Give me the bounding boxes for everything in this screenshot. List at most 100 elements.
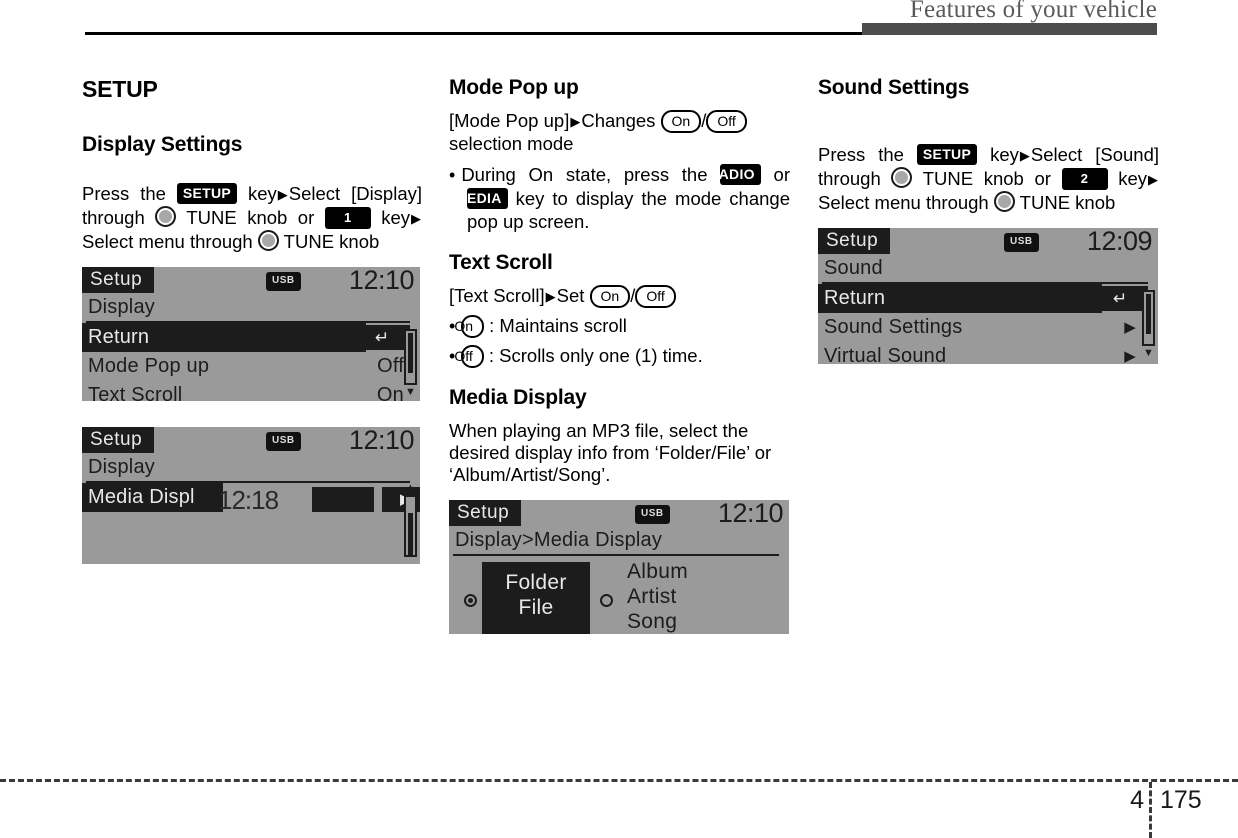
lcd-row-virtual-sound[interactable]: Virtual Sound ▶ xyxy=(818,342,1158,364)
off-pill: Off xyxy=(706,110,747,133)
lcd-breadcrumb: Sound xyxy=(824,257,883,279)
on-pill: On xyxy=(589,285,631,308)
lcd-title-tab: Setup xyxy=(82,267,155,293)
instruction-text-through: through xyxy=(82,207,145,228)
mode-pop-up-selection-mode: selection mode xyxy=(449,133,574,154)
instruction-text-select-display: Select [Display] xyxy=(288,183,423,204)
sound-settings-instruction: Press the SETUP key▶Select [Sound] throu… xyxy=(818,144,1159,214)
caret-down-icon[interactable]: ▼ xyxy=(1142,348,1155,359)
option-line-1: Folder xyxy=(505,571,567,594)
arrow-right-icon: ▶ xyxy=(1019,148,1030,163)
lcd-row-return[interactable]: Return xyxy=(82,323,366,352)
arrow-right-icon: ▶ xyxy=(570,114,581,129)
lcd-row-label: Sound Settings xyxy=(824,316,963,338)
heading-media-display: Media Display xyxy=(449,386,587,409)
instruction-text-press-the: Press the xyxy=(82,183,166,204)
return-arrow-icon[interactable]: ↵ xyxy=(1092,286,1148,311)
instruction-text-tune-knob: TUNE knob xyxy=(1019,192,1116,213)
instruction-text-press-the: Press the xyxy=(818,144,904,165)
display-settings-instruction: Press the SETUP key▶Select [Display] thr… xyxy=(82,183,422,253)
caret-up-icon[interactable]: ▲ xyxy=(404,483,417,494)
lcd-statusbar: Setup USB 12:10 xyxy=(449,500,789,528)
mode-pop-up-description: [Mode Pop up]▶Changes On / Off selection m… xyxy=(449,110,790,155)
preset-1-key-badge: 1 xyxy=(324,207,371,229)
bullet-text-scrolls-once: : Scrolls only one (1) time. xyxy=(488,345,703,366)
lcd-row-return[interactable]: Return xyxy=(818,284,1102,313)
caret-down-icon[interactable]: ▼ xyxy=(404,387,417,398)
print-artifact-time: 12:18 xyxy=(218,485,279,515)
lcd-row-list: Return ↵ Mode Pop up Off Text Scroll On xyxy=(82,323,420,401)
lcd-row-list: Return ↵ Sound Settings ▶ Virtual Sound … xyxy=(818,284,1158,364)
lcd-row-label: Virtual Sound xyxy=(824,345,947,364)
setup-key-badge: SETUP xyxy=(916,144,978,165)
on-pill: On xyxy=(454,315,484,338)
option-folder-file[interactable]: Folder File xyxy=(482,562,590,634)
lcd-title-tab: Setup xyxy=(818,228,891,254)
mode-pop-up-bullet-1: • During On state, press the RADIO or MED… xyxy=(449,163,790,233)
text-scroll-set: Set xyxy=(556,285,585,306)
media-display-description: When playing an MP3 file, select the des… xyxy=(449,420,772,485)
instruction-text-select-menu-through: Select menu through xyxy=(82,231,253,252)
lcd-display-menu: Setup USB 12:10 Display Return ↵ Mode Po… xyxy=(82,267,420,401)
header-rule-thin xyxy=(85,32,863,35)
mode-pop-up-label: [Mode Pop up] xyxy=(449,110,570,131)
lcd-clock: 12:10 xyxy=(348,427,415,455)
lcd-row-media-display[interactable]: Media Displ xyxy=(82,483,223,512)
header-rule-thick xyxy=(862,23,1157,35)
lcd-row-label: Media Displ xyxy=(88,486,195,508)
lcd-scrollbar[interactable] xyxy=(1142,290,1155,346)
lcd-scrollbar[interactable] xyxy=(404,329,417,385)
lcd-row-mode-pop-up[interactable]: Mode Pop up Off xyxy=(82,352,420,381)
usb-badge-icon: USB xyxy=(266,272,301,291)
instruction-text-key-2: key xyxy=(381,207,411,228)
lcd-scrollbar[interactable] xyxy=(404,495,417,557)
tune-knob-icon-2 xyxy=(993,191,1015,212)
lcd-statusbar: Setup USB 12:10 xyxy=(82,427,420,455)
lcd-title-tab: Setup xyxy=(82,427,155,453)
radio-selected-icon[interactable] xyxy=(464,594,477,607)
lcd-scrollbar-thumb[interactable] xyxy=(408,513,413,555)
footer-chapter-number: 4 xyxy=(1130,786,1144,814)
option-line-3: Song xyxy=(627,610,678,633)
bullet-text-c: key to display the mode change pop up sc… xyxy=(467,188,790,232)
page-header-title: Features of your vehicle xyxy=(909,0,1157,23)
option-album-artist-song[interactable]: Album Artist Song xyxy=(627,559,688,634)
lcd-clock: 12:09 xyxy=(1086,228,1153,256)
arrow-right-icon: ▶ xyxy=(545,289,556,304)
section-title-setup: SETUP xyxy=(82,76,158,102)
return-arrow-icon[interactable]: ↵ xyxy=(354,325,410,350)
option-line-2: File xyxy=(518,596,554,619)
lcd-sound-menu: Setup USB 12:09 Sound Return ↵ Sound Set… xyxy=(818,228,1158,364)
column-left: SETUP Display Settings Press the SETUP k… xyxy=(82,76,422,564)
lcd-statusbar: Setup USB 12:10 xyxy=(82,267,420,295)
lcd-breadcrumb: Display xyxy=(88,296,155,318)
option-line-1: Album xyxy=(627,560,689,583)
lcd-scrollbar-thumb[interactable] xyxy=(408,333,413,373)
text-scroll-bullet-off: •Off : Scrolls only one (1) time. xyxy=(449,344,790,368)
lcd-clock: 12:10 xyxy=(717,500,784,528)
lcd-breadcrumb: Display>Media Display xyxy=(455,529,663,551)
lcd-row-label: Text Scroll xyxy=(88,384,183,401)
radio-key-badge: RADIO xyxy=(708,164,761,185)
lcd-scrollbar-thumb[interactable] xyxy=(1146,294,1151,334)
footer-page-number: 175 xyxy=(1160,786,1202,814)
column-right: Sound Settings Press the SETUP key▶Selec… xyxy=(818,76,1159,364)
text-scroll-description: [Text Scroll]▶Set On / Off xyxy=(449,285,790,308)
radio-unselected-icon[interactable] xyxy=(600,594,613,607)
lcd-row-value: On xyxy=(376,384,404,401)
preset-2-key-badge: 2 xyxy=(1061,168,1108,190)
off-pill: Off xyxy=(454,345,484,368)
lcd-row-label: Return xyxy=(88,326,150,348)
lcd-row-sound-settings[interactable]: Sound Settings ▶ xyxy=(818,313,1158,342)
lcd-row-text-scroll[interactable]: Text Scroll On xyxy=(82,381,420,401)
media-display-options: Folder File Album Artist Song xyxy=(449,556,789,634)
instruction-text-through: through xyxy=(818,168,881,189)
bullet-text-or: or xyxy=(773,164,790,185)
instruction-text-select-menu-through: Select menu through xyxy=(818,192,989,213)
bullet-text-a: During On state, press the xyxy=(461,164,708,185)
heading-text-scroll: Text Scroll xyxy=(449,251,553,274)
bullet-dot-icon: • xyxy=(449,165,456,185)
usb-badge-icon: USB xyxy=(266,432,301,451)
lcd-row-label: Return xyxy=(824,287,886,309)
tune-knob-icon xyxy=(891,167,913,188)
